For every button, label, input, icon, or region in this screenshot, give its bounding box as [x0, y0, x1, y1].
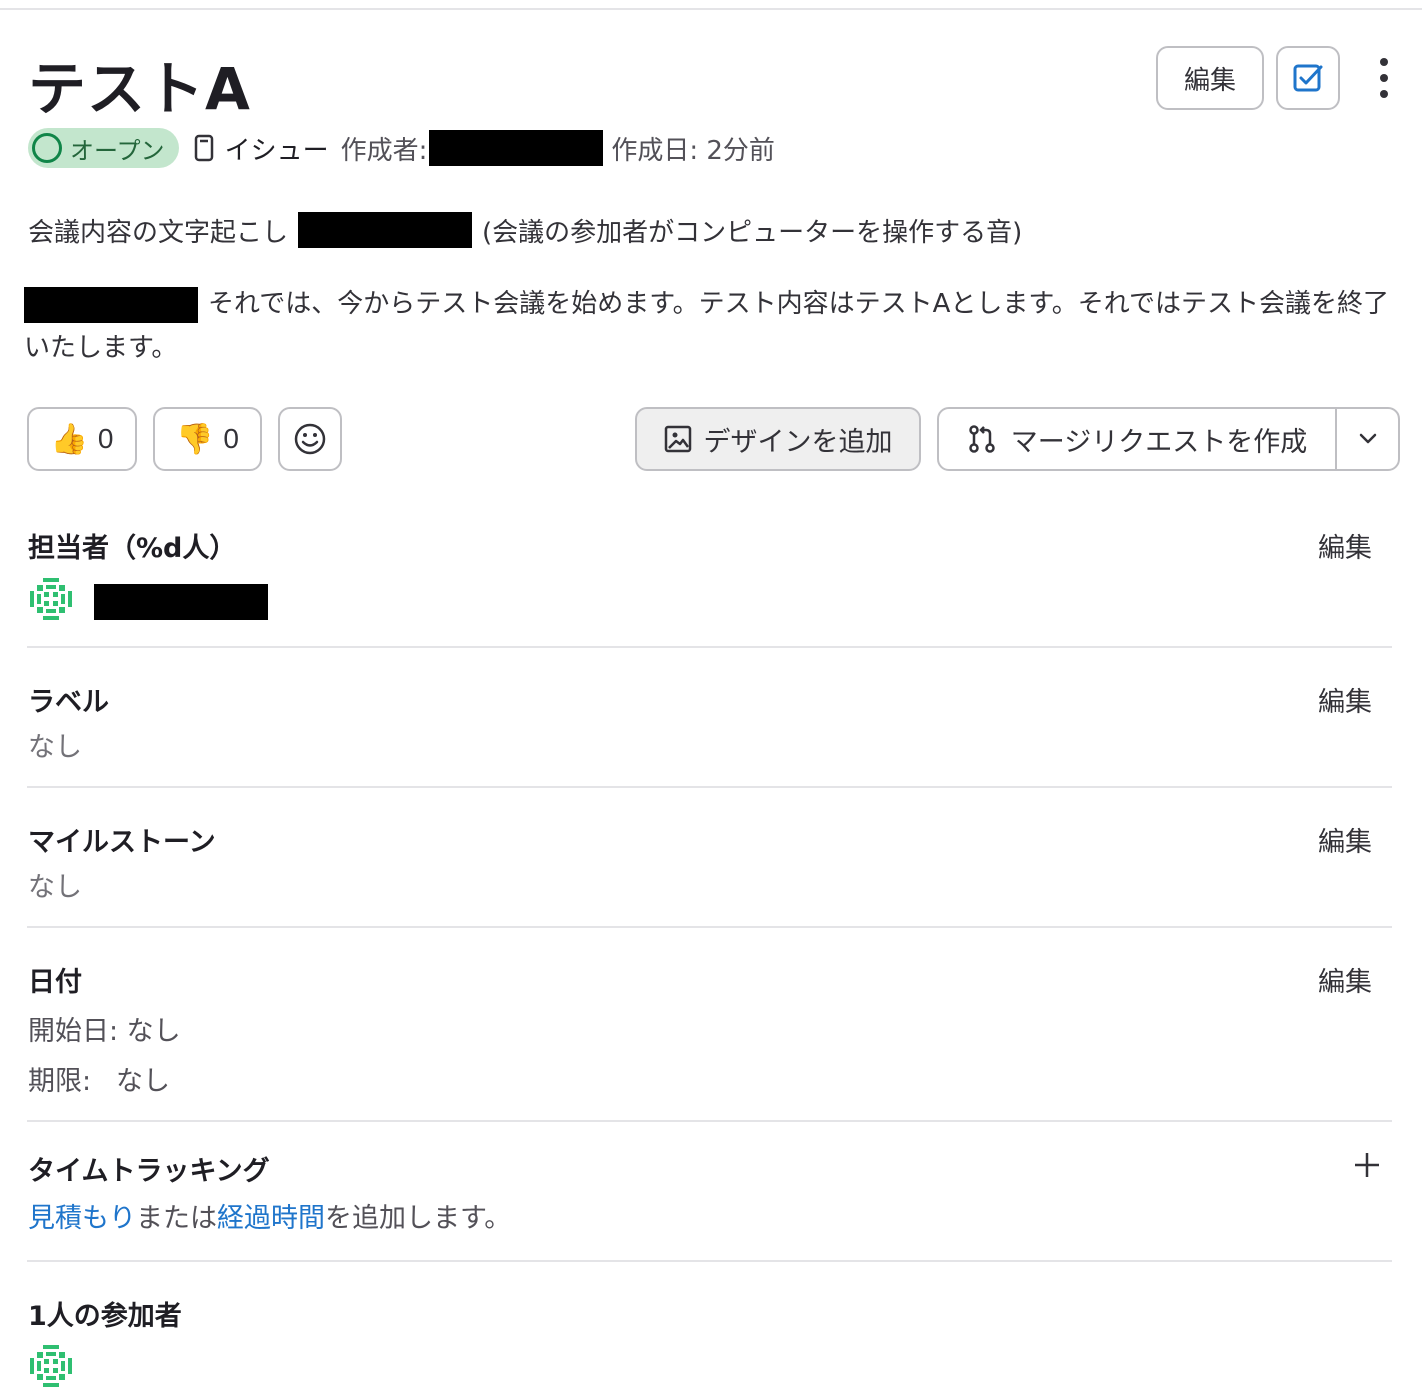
- issue-title: テストA: [28, 55, 251, 123]
- divider: [27, 926, 1392, 928]
- author-label: 作成者:: [340, 135, 428, 166]
- description-paragraph: それでは、今からテスト会議を始めます。テスト内容はテストAとします。それではテス…: [24, 282, 1404, 370]
- description-paragraph-text: それでは、今からテスト会議を始めます。テスト内容はテストAとします。それではテス…: [24, 289, 1390, 363]
- status-open-icon: [32, 133, 62, 163]
- participants-title: 1人の参加者: [28, 1301, 182, 1332]
- start-date-value: 開始日: なし: [28, 1016, 181, 1047]
- divider: [27, 1260, 1392, 1262]
- description-text-after: (会議の参加者がコンピューターを操作する音): [482, 217, 1023, 248]
- merge-request-icon: [969, 425, 995, 453]
- dates-title: 日付: [28, 967, 82, 998]
- create-merge-request-button[interactable]: マージリクエストを作成: [939, 409, 1337, 469]
- issue-type-icon: [194, 134, 213, 162]
- description-line-1: 会議内容の文字起こし (会議の参加者がコンピューターを操作する音): [28, 208, 1022, 252]
- add-reaction-button[interactable]: [278, 407, 342, 471]
- divider: [27, 786, 1392, 788]
- thumbs-down-reaction-button[interactable]: 👎 0: [153, 407, 262, 471]
- thumbs-down-icon: 👎: [176, 422, 214, 456]
- edit-issue-button[interactable]: 編集: [1156, 46, 1264, 110]
- time-spent-link[interactable]: 経過時間: [217, 1203, 325, 1234]
- create-mr-label: マージリクエストを作成: [1010, 426, 1308, 458]
- created-date: 作成日: 2分前: [611, 135, 775, 166]
- time-tracking-suffix: を追加します。: [325, 1203, 512, 1234]
- redacted-speaker: [24, 286, 198, 323]
- add-design-label: デザインを追加: [703, 426, 893, 457]
- more-actions-kebab-icon[interactable]: [1370, 58, 1398, 98]
- assignees-title: 担当者（%d人）: [28, 533, 237, 564]
- thumbs-down-count: 0: [223, 423, 239, 454]
- issue-type-label: イシュー: [224, 135, 329, 166]
- image-icon: [664, 425, 691, 453]
- time-tracking-title: タイムトラッキング: [28, 1156, 270, 1187]
- divider: [27, 646, 1392, 648]
- labels-title: ラベル: [28, 687, 109, 718]
- status-badge: オープン: [28, 128, 179, 168]
- time-tracking-or: または: [136, 1203, 217, 1234]
- thumbs-up-reaction-button[interactable]: 👍 0: [27, 407, 137, 471]
- add-time-tracking-plus-icon[interactable]: [1352, 1150, 1382, 1180]
- milestone-edit-link[interactable]: 編集: [1318, 820, 1372, 859]
- participant-avatar[interactable]: [28, 1343, 74, 1389]
- create-mr-dropdown-toggle[interactable]: [1337, 409, 1398, 469]
- assignees-edit-link[interactable]: 編集: [1318, 526, 1372, 565]
- smiley-icon: [294, 423, 326, 455]
- todo-check-icon: [1293, 64, 1323, 92]
- labels-edit-link[interactable]: 編集: [1318, 680, 1372, 719]
- milestone-value: なし: [28, 872, 82, 903]
- issue-page: テストA 編集 オープン イシュー 作成者: 作成日: 2分前 会議内容の文字起…: [0, 0, 1422, 1392]
- estimate-link[interactable]: 見積もり: [28, 1203, 136, 1234]
- status-label: オープン: [70, 136, 165, 165]
- labels-value: なし: [28, 732, 82, 763]
- add-todo-button[interactable]: [1276, 46, 1340, 110]
- thumbs-up-count: 0: [97, 423, 114, 454]
- milestone-title: マイルストーン: [28, 827, 216, 858]
- dates-edit-link[interactable]: 編集: [1318, 960, 1372, 999]
- add-design-button[interactable]: デザインを追加: [635, 407, 921, 471]
- redacted-assignee-name: [94, 584, 268, 620]
- due-date-label: 期限:: [28, 1066, 92, 1097]
- divider: [27, 1120, 1392, 1122]
- create-merge-request-split-button: マージリクエストを作成: [937, 407, 1400, 471]
- redacted-speaker: [298, 212, 473, 248]
- time-tracking-help: 見積もりまたは経過時間を追加します。: [28, 1196, 511, 1235]
- thumbs-up-icon: 👍: [50, 422, 88, 456]
- chevron-down-icon: [1359, 433, 1376, 444]
- redacted-author-name: [429, 130, 604, 166]
- description-text-before: 会議内容の文字起こし: [28, 217, 289, 248]
- issue-meta: オープン イシュー 作成者: 作成日: 2分前: [28, 128, 775, 168]
- due-date-value: なし: [116, 1066, 170, 1097]
- assignee-avatar[interactable]: [28, 576, 74, 622]
